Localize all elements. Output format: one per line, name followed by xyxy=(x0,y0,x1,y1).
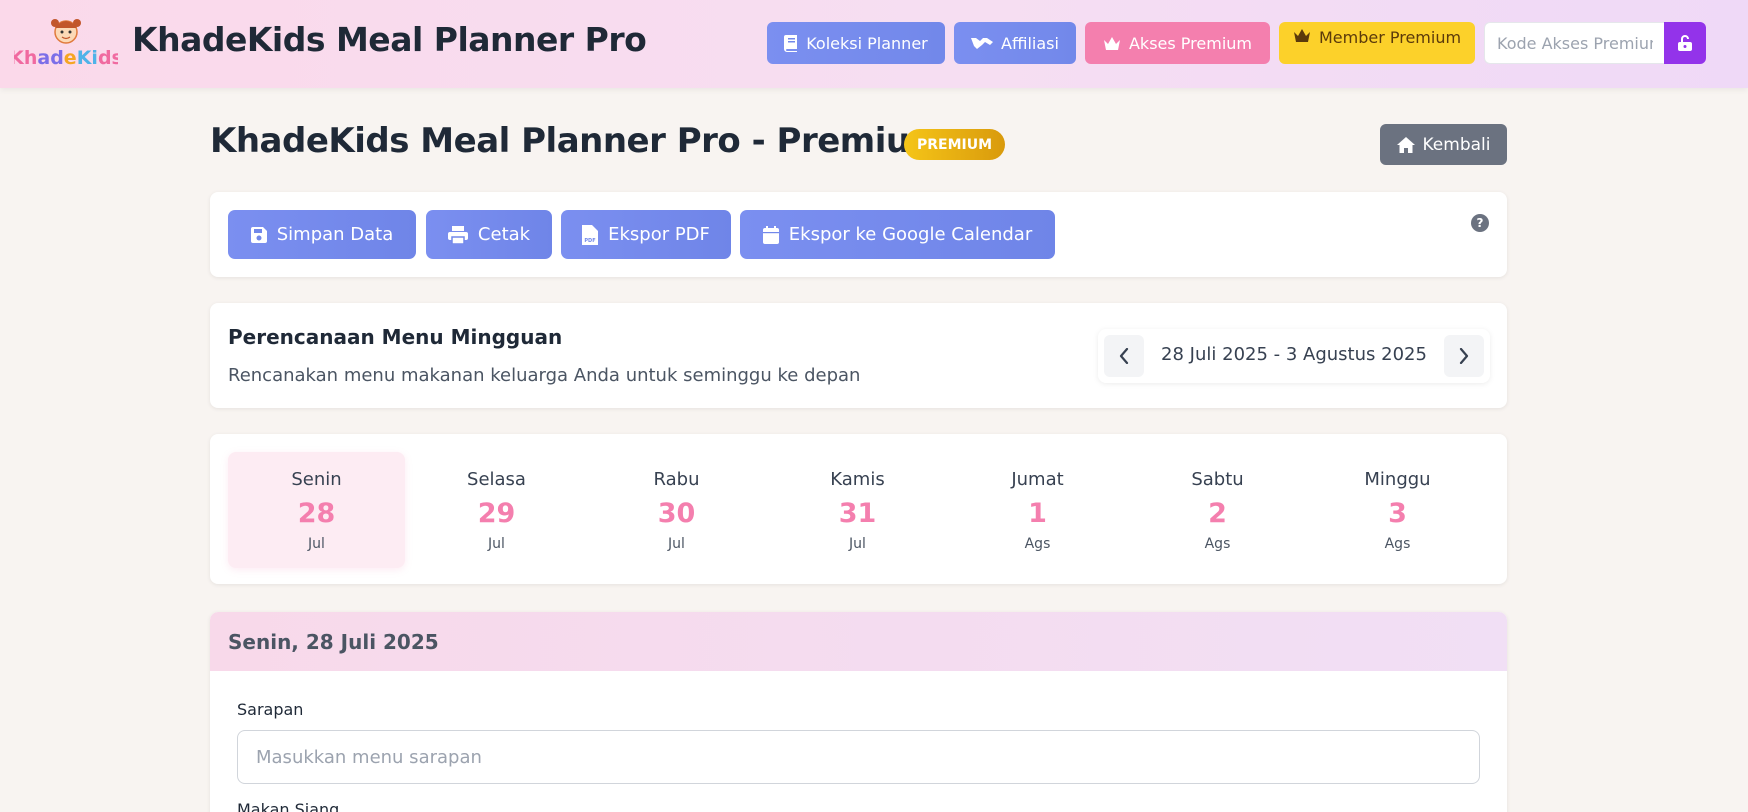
day-number: 2 xyxy=(1208,498,1227,529)
save-icon xyxy=(250,226,267,243)
day-tab-senin[interactable]: Senin 28 Jul xyxy=(228,452,405,568)
crown-icon xyxy=(1103,36,1120,50)
akses-premium-button[interactable]: Akses Premium xyxy=(1085,22,1270,64)
back-button[interactable]: Kembali xyxy=(1380,124,1507,165)
day-tab-sabtu[interactable]: Sabtu 2 Ags xyxy=(1129,452,1306,568)
unlock-icon xyxy=(1678,35,1692,51)
back-label: Kembali xyxy=(1422,134,1491,155)
action-toolbar: Simpan Data Cetak PDF Ekspor PDF Ekspor … xyxy=(210,192,1507,277)
day-month: Ags xyxy=(1024,536,1051,552)
save-data-button[interactable]: Simpan Data xyxy=(228,210,416,259)
affiliasi-button[interactable]: Affiliasi xyxy=(954,22,1076,64)
breakfast-input[interactable] xyxy=(237,730,1480,784)
day-tab-jumat[interactable]: Jumat 1 Ags xyxy=(949,452,1126,568)
export-pdf-label: Ekspor PDF xyxy=(608,224,710,245)
member-premium-label: Member Premium xyxy=(1318,28,1462,47)
day-name: Rabu xyxy=(653,469,700,490)
day-number: 28 xyxy=(297,498,336,529)
meal-editor-header: Senin, 28 Juli 2025 xyxy=(210,612,1507,671)
day-number: 3 xyxy=(1388,498,1407,529)
koleksi-planner-button[interactable]: Koleksi Planner xyxy=(767,22,945,64)
meal-editor-card: Senin, 28 Juli 2025 Sarapan Makan Siang xyxy=(210,612,1507,812)
svg-text:PDF: PDF xyxy=(584,238,595,244)
day-name: Jumat xyxy=(1011,469,1064,490)
page-title: KhadeKids Meal Planner Pro - Premium xyxy=(210,121,945,161)
app-title: KhadeKids Meal Planner Pro xyxy=(132,20,647,59)
handshake-icon xyxy=(971,38,994,49)
export-google-calendar-label: Ekspor ke Google Calendar xyxy=(788,224,1033,245)
chevron-right-icon xyxy=(1459,348,1469,364)
day-number: 1 xyxy=(1028,498,1047,529)
home-icon xyxy=(1396,136,1415,153)
day-selector: Senin 28 Jul Selasa 29 Jul Rabu 30 Jul K… xyxy=(210,434,1507,584)
svg-text:KhadeKids: KhadeKids xyxy=(14,47,118,69)
book-icon xyxy=(784,34,798,52)
export-pdf-button[interactable]: PDF Ekspor PDF xyxy=(561,210,731,259)
breakfast-label: Sarapan xyxy=(237,700,304,719)
print-label: Cetak xyxy=(477,224,531,245)
export-google-calendar-button[interactable]: Ekspor ke Google Calendar xyxy=(740,210,1055,259)
koleksi-planner-label: Koleksi Planner xyxy=(806,33,928,53)
print-icon xyxy=(447,225,468,244)
day-month: Jul xyxy=(668,536,685,552)
member-premium-button[interactable]: Member Premium xyxy=(1279,22,1475,64)
day-number: 30 xyxy=(657,498,696,529)
save-data-label: Simpan Data xyxy=(276,224,394,245)
day-name: Kamis xyxy=(830,469,885,490)
day-tab-minggu[interactable]: Minggu 3 Ags xyxy=(1309,452,1486,568)
day-name: Selasa xyxy=(467,469,526,490)
week-navigator: 28 Juli 2025 - 3 Agustus 2025 xyxy=(1098,329,1490,383)
day-month: Jul xyxy=(488,536,505,552)
selected-date-title: Senin, 28 Juli 2025 xyxy=(228,630,439,654)
day-tab-selasa[interactable]: Selasa 29 Jul xyxy=(408,452,585,568)
day-month: Jul xyxy=(308,536,325,552)
day-tab-kamis[interactable]: Kamis 31 Jul xyxy=(769,452,946,568)
day-number: 31 xyxy=(838,498,877,529)
affiliasi-label: Affiliasi xyxy=(1001,33,1059,53)
day-name: Minggu xyxy=(1364,469,1431,490)
day-name: Senin xyxy=(291,469,342,490)
planning-subtitle: Rencanakan menu makanan keluarga Anda un… xyxy=(228,365,861,386)
akses-premium-label: Akses Premium xyxy=(1128,33,1252,53)
day-number: 29 xyxy=(477,498,516,529)
crown-icon xyxy=(1293,29,1310,42)
next-week-button[interactable] xyxy=(1444,335,1484,377)
planning-title: Perencanaan Menu Mingguan xyxy=(228,325,563,349)
weekly-planning-card: Perencanaan Menu Mingguan Rencanakan men… xyxy=(210,303,1507,408)
day-month: Jul xyxy=(849,536,866,552)
lunch-label: Makan Siang xyxy=(237,800,340,812)
premium-badge: PREMIUM xyxy=(904,129,1005,160)
pdf-file-icon: PDF xyxy=(582,224,599,245)
day-month: Ags xyxy=(1384,536,1411,552)
day-tab-rabu[interactable]: Rabu 30 Jul xyxy=(588,452,765,568)
top-header: KhadeKids KhadeKids Meal Planner Pro Kol… xyxy=(0,0,1748,88)
week-range-label: 28 Juli 2025 - 3 Agustus 2025 xyxy=(1161,344,1427,365)
access-code-input[interactable] xyxy=(1484,22,1665,64)
help-icon[interactable]: ? xyxy=(1471,214,1489,232)
unlock-button[interactable] xyxy=(1664,22,1706,64)
print-button[interactable]: Cetak xyxy=(426,210,552,259)
calendar-icon xyxy=(762,225,779,244)
khadekids-logo[interactable]: KhadeKids xyxy=(14,14,118,70)
day-month: Ags xyxy=(1204,536,1231,552)
day-name: Sabtu xyxy=(1191,469,1244,490)
